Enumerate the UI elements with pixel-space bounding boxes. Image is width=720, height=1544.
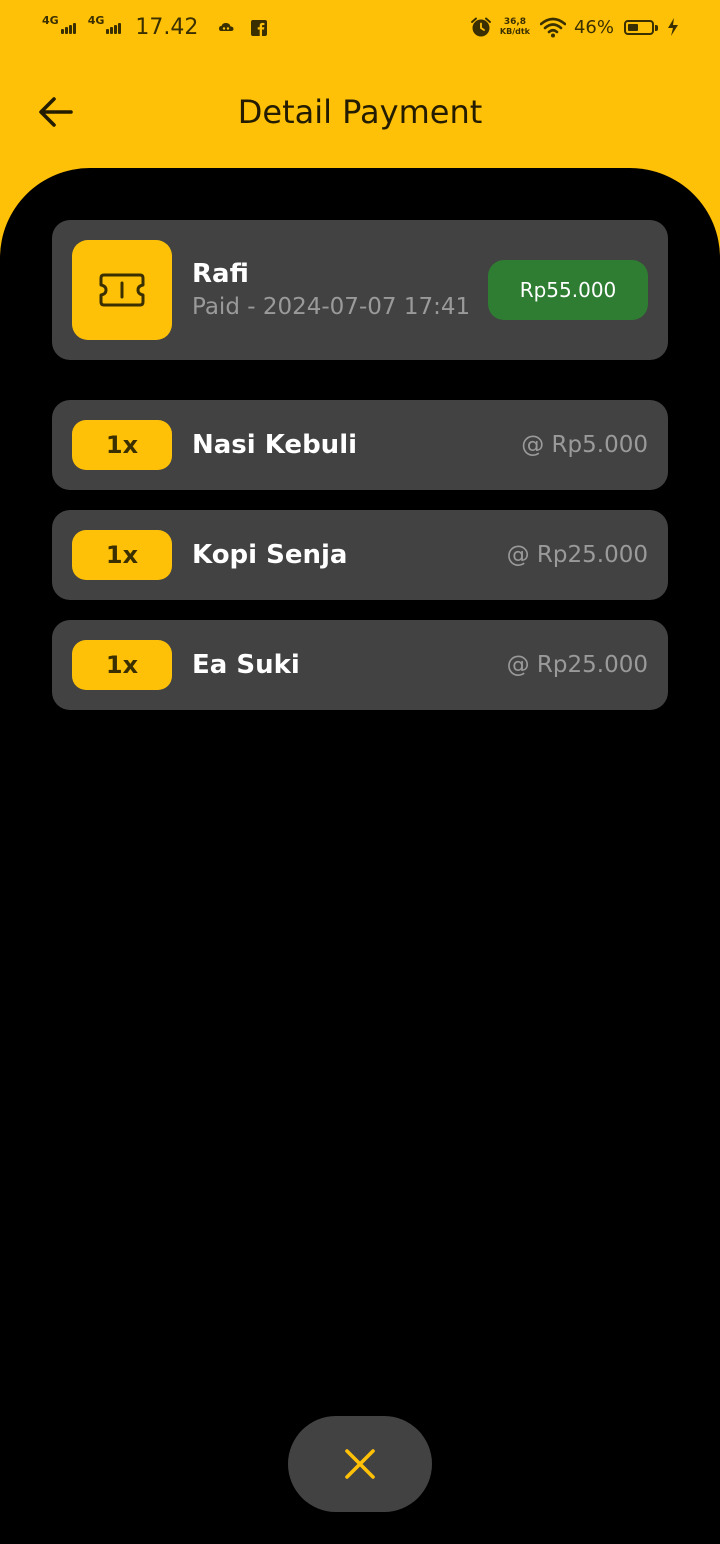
quantity-badge: 1x: [72, 530, 172, 580]
status-time: 17.42: [135, 15, 199, 40]
wifi-icon: [539, 17, 566, 38]
signal-icon: 4G: [88, 15, 122, 34]
quantity-badge: 1x: [72, 640, 172, 690]
facebook-icon: [251, 20, 268, 36]
battery-level: [628, 23, 639, 31]
ticket-icon-box: [72, 240, 172, 340]
cloud-game-icon: [219, 22, 234, 31]
ticket-icon: [99, 273, 145, 307]
customer-name: Rafi: [192, 259, 249, 289]
status-right: 36,8 KB/dtk 46%: [470, 16, 680, 38]
status-bar: 4G 4G 17.42 36,8 KB/dtk 46%: [0, 0, 720, 58]
order-item: 1x Nasi Kebuli @ Rp5.000: [52, 400, 668, 490]
item-name: Nasi Kebuli: [192, 430, 358, 460]
item-price: @ Rp25.000: [506, 652, 648, 678]
battery-icon: [624, 19, 658, 35]
page-title: Detail Payment: [237, 93, 483, 131]
item-name: Ea Suki: [192, 650, 300, 680]
network-type-label: 4G: [42, 13, 59, 27]
alarm-icon: [470, 17, 491, 37]
charging-icon: [668, 18, 678, 36]
content-sheet: [0, 168, 720, 1544]
network-type-label: 4G: [87, 13, 105, 27]
payment-status-date: Paid - 2024-07-07 17:41: [192, 294, 471, 320]
battery-percentage: 46%: [573, 16, 614, 38]
item-price: @ Rp25.000: [506, 542, 648, 568]
order-item: 1x Kopi Senja @ Rp25.000: [52, 510, 668, 600]
app-bar: Detail Payment: [0, 70, 720, 154]
item-price: @ Rp5.000: [521, 432, 648, 458]
payment-summary-card: Rafi Paid - 2024-07-07 17:41 Rp55.000: [52, 220, 668, 360]
close-button[interactable]: [288, 1416, 432, 1512]
status-left: 4G 4G 17.42: [42, 14, 278, 42]
close-icon: [345, 1449, 375, 1479]
item-name: Kopi Senja: [192, 540, 348, 570]
signal-icon: 4G: [42, 15, 76, 34]
total-amount-badge: Rp55.000: [488, 260, 648, 320]
quantity-badge: 1x: [72, 420, 172, 470]
speed-unit: KB/dtk: [499, 27, 530, 36]
order-item: 1x Ea Suki @ Rp25.000: [52, 620, 668, 710]
speed-value: 36,8: [503, 17, 527, 27]
network-speed: 36,8 KB/dtk: [499, 17, 530, 37]
